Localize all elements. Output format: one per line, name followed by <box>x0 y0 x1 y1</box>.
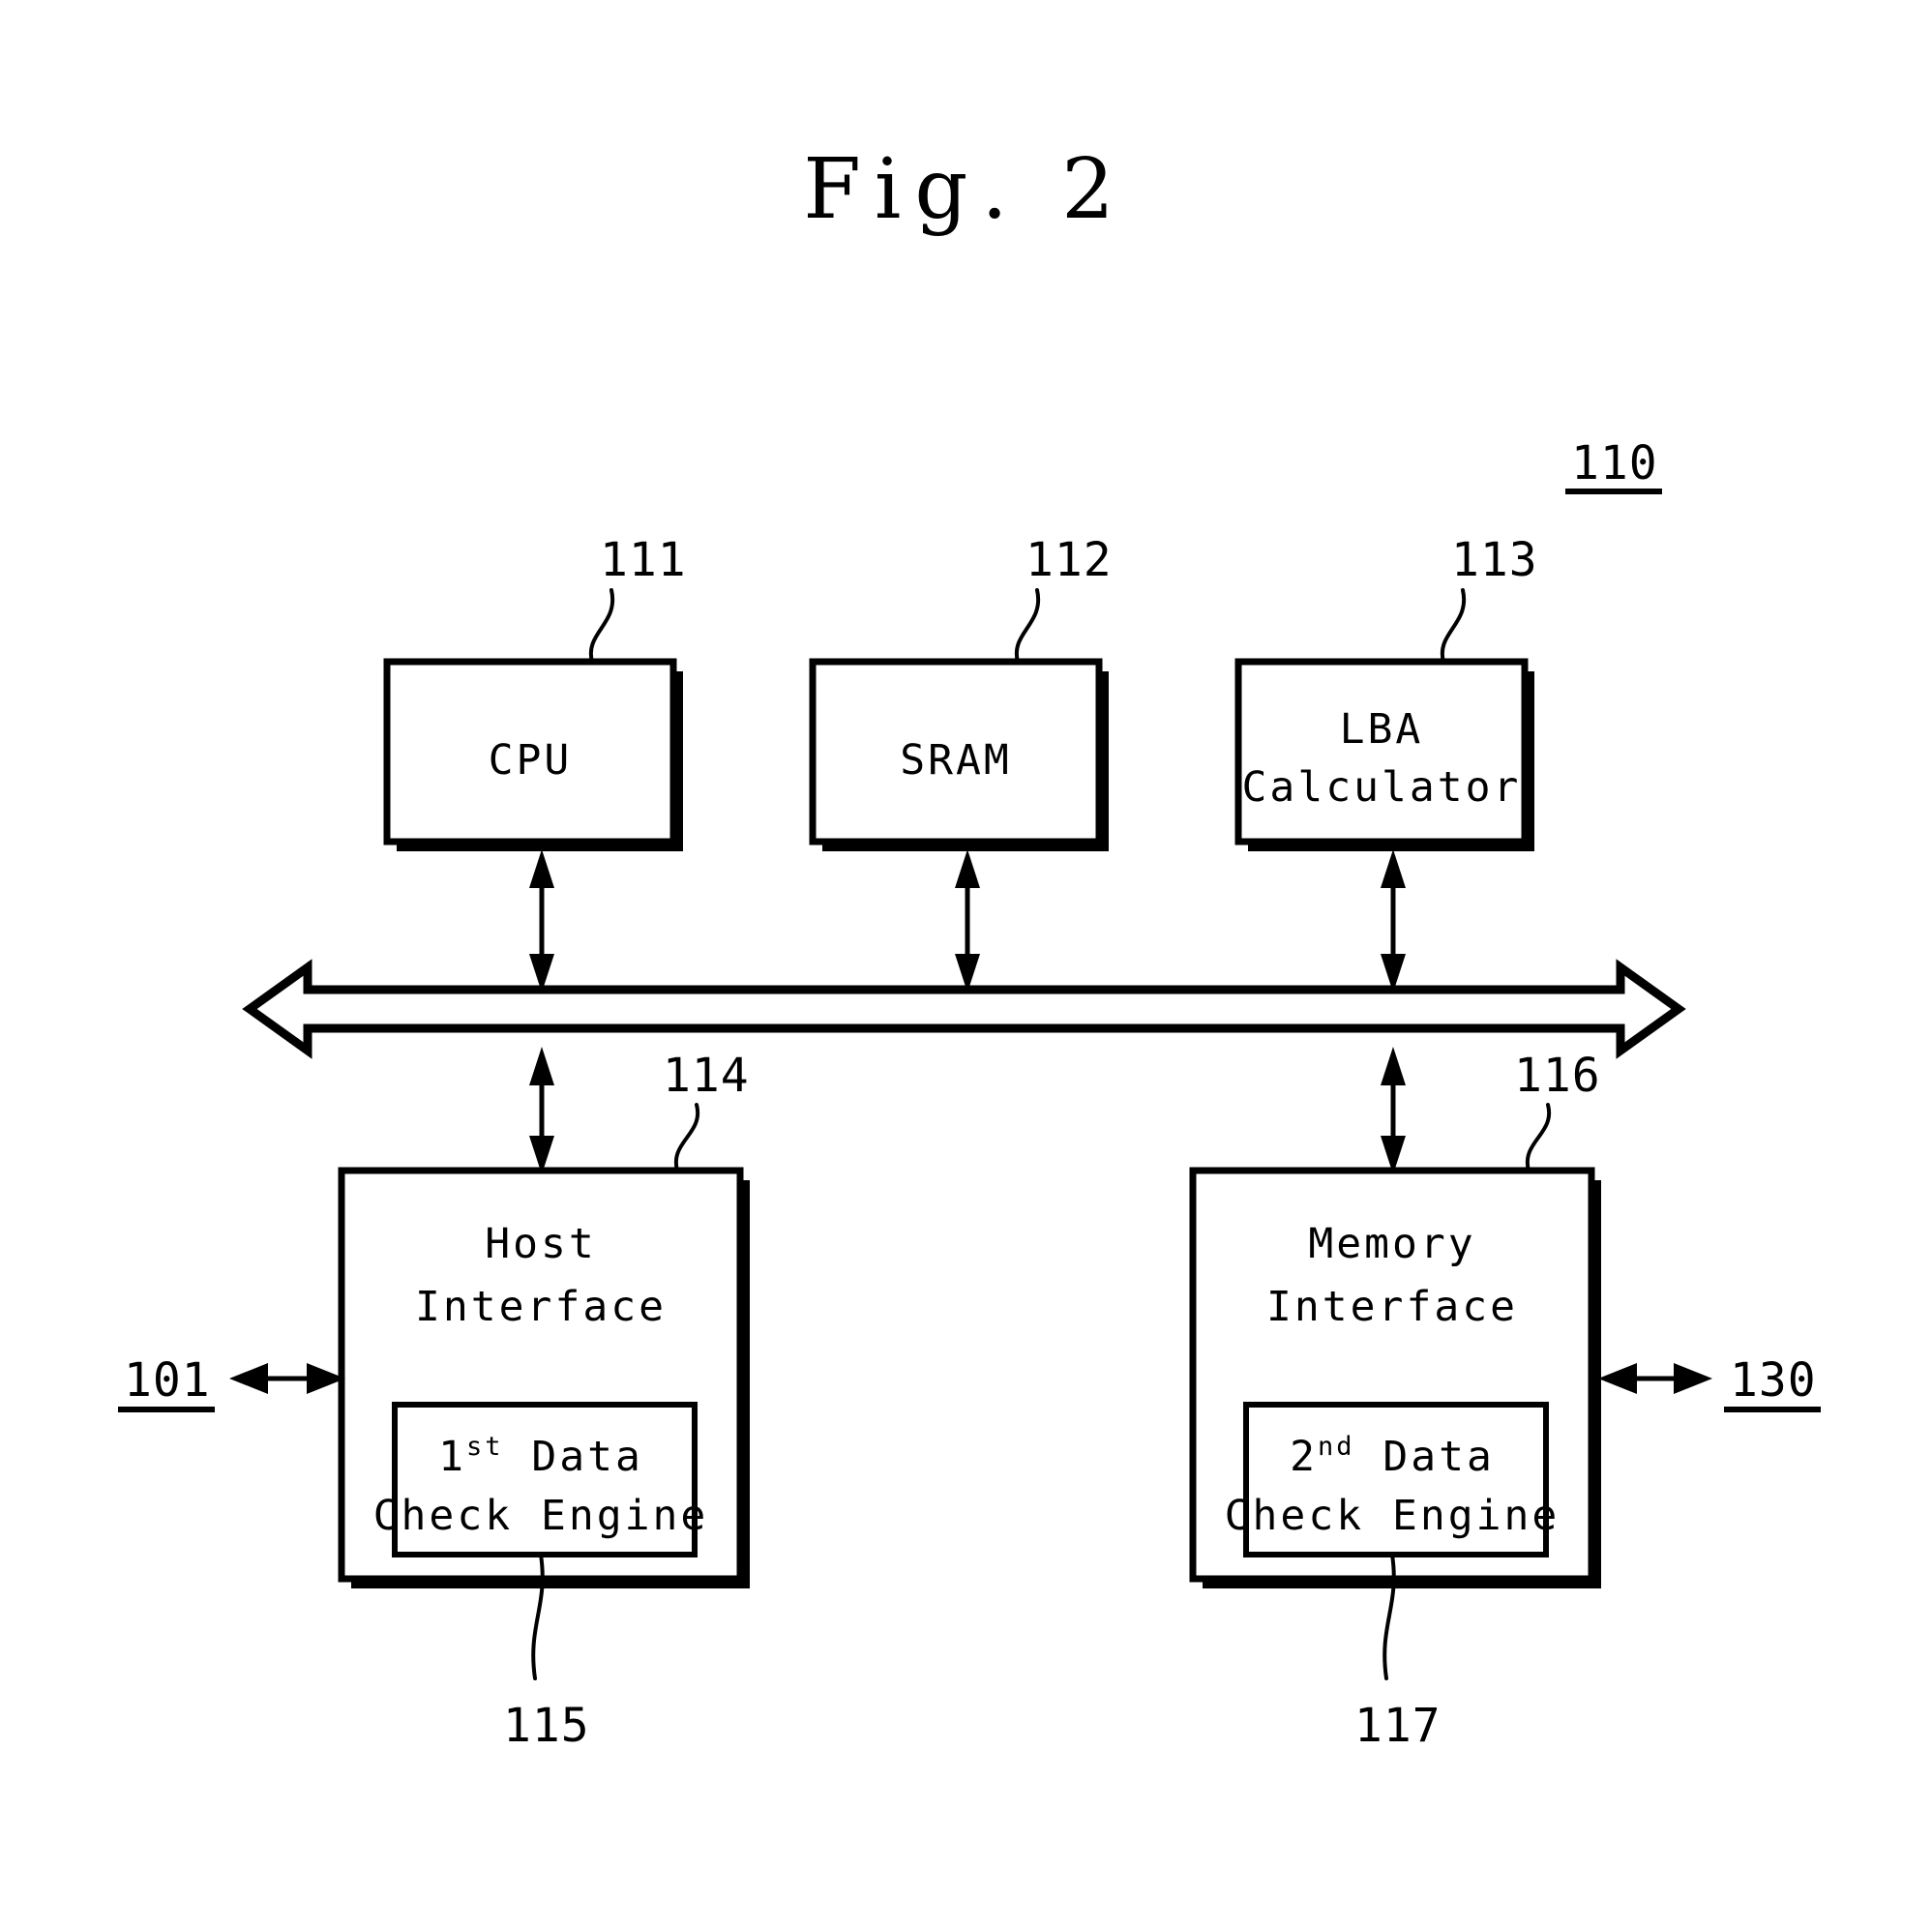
second-data-check-engine-ordinal: 2 <box>1290 1433 1318 1481</box>
sram-leader-line <box>1014 588 1041 664</box>
memory-interface-label-line1: Memory <box>1308 1220 1475 1268</box>
second-data-check-engine-label-rest: Data <box>1354 1433 1494 1481</box>
sram-label: SRAM <box>900 736 1012 785</box>
memory-port-connector <box>1598 1363 1712 1394</box>
host-interface-bus-connector <box>529 1047 554 1174</box>
lba-calculator-leader-line <box>1440 588 1467 664</box>
host-interface-ref-label: 114 <box>663 1049 750 1103</box>
lba-calculator-label-line2: Calculator <box>1242 763 1522 812</box>
cpu-ref-label: 111 <box>600 533 687 587</box>
memory-interface-label-line2: Interface <box>1266 1283 1518 1331</box>
sram-bus-connector <box>955 849 980 993</box>
memory-port-ref-label: 130 <box>1730 1353 1817 1408</box>
figure-title: Fig. 2 <box>803 141 1128 238</box>
sram-ref-label: 112 <box>1025 533 1113 587</box>
first-data-check-engine-label-line2: Check Engine <box>373 1492 709 1540</box>
lba-calculator-ref-label: 113 <box>1451 533 1538 587</box>
block-host-interface: Host Interface 1st Data Check Engine <box>338 1167 750 1588</box>
first-data-check-engine-ordinal: 1 <box>438 1433 466 1481</box>
host-interface-leader-line <box>673 1103 700 1172</box>
memory-interface-leader-line <box>1525 1103 1552 1172</box>
block-memory-interface: Memory Interface 2nd Data Check Engine <box>1189 1167 1601 1588</box>
cpu-bus-connector <box>529 849 554 993</box>
block-lba-calculator: LBA Calculator <box>1234 658 1534 851</box>
lba-calculator-label-line1: LBA <box>1340 705 1424 754</box>
host-interface-label-line2: Interface <box>415 1283 667 1331</box>
memory-interface-ref-label: 116 <box>1514 1049 1601 1103</box>
patent-figure: Fig. 2 110 CPU 111 SRAM 112 LBA Calculat… <box>0 0 1932 1928</box>
block-cpu: CPU <box>383 658 683 851</box>
lba-calculator-bus-connector <box>1381 849 1406 993</box>
block-sram: SRAM <box>809 658 1109 851</box>
system-ref-label: 110 <box>1571 436 1658 490</box>
first-data-check-engine-ordinal-sup: st <box>466 1432 504 1462</box>
second-data-check-engine-ref-label: 117 <box>1354 1699 1442 1753</box>
first-data-check-engine-label-rest: Data <box>503 1433 642 1481</box>
second-data-check-engine-ordinal-sup: nd <box>1318 1432 1355 1462</box>
cpu-leader-line <box>588 588 615 664</box>
memory-interface-bus-connector <box>1381 1047 1406 1174</box>
figure-canvas: Fig. 2 110 CPU 111 SRAM 112 LBA Calculat… <box>118 141 1821 1753</box>
host-port-connector <box>229 1363 345 1394</box>
second-data-check-engine-label-line2: Check Engine <box>1225 1492 1560 1540</box>
cpu-label: CPU <box>489 736 573 785</box>
first-data-check-engine-ref-label: 115 <box>503 1699 590 1753</box>
host-interface-label-line1: Host <box>485 1220 597 1268</box>
host-port-ref-label: 101 <box>124 1353 211 1408</box>
